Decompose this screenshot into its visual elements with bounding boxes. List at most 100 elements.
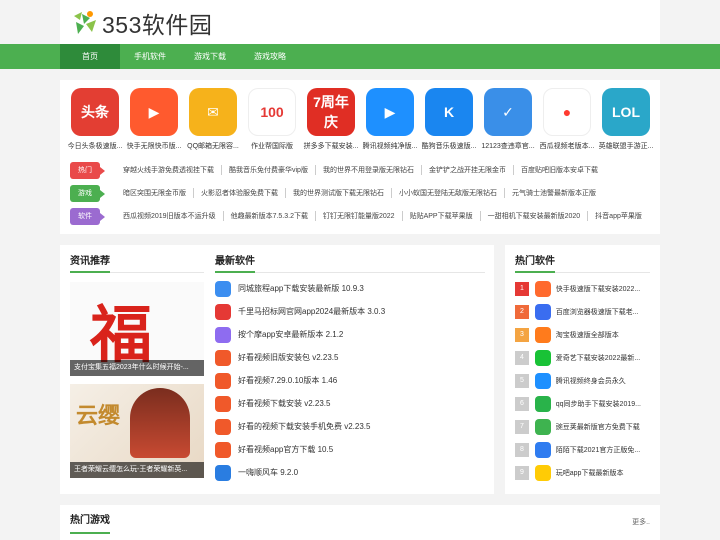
app-icon [534, 303, 551, 320]
app-tile[interactable]: ✉ QQ邮箱无限容... [184, 88, 242, 151]
news-item[interactable]: 福 支付宝集五福2023年什么时候开始-... [70, 282, 204, 376]
tag-link[interactable]: 金铲铲之战开挂无限金币 [420, 165, 513, 175]
nav-mobile-software[interactable]: 手机软件 [120, 44, 180, 69]
app-icon [534, 441, 551, 458]
site-header: 353软件园 [60, 0, 660, 44]
app-tile[interactable]: 100 作业帮国际版 [243, 88, 301, 151]
logo-icon [70, 8, 100, 38]
news-caption: 王者荣耀云缨怎么玩-王者荣耀新英... [70, 462, 204, 478]
app-name: 好看视频app官方下载 10.5 [238, 445, 334, 454]
app-label: 作业帮国际版 [251, 143, 293, 150]
rank-number: 2 [515, 304, 529, 319]
news-item[interactable]: 云缨 王者荣耀云缨怎么玩-王者荣耀新英... [70, 384, 204, 478]
tag-link[interactable]: 百度贴吧旧版本安卓下载 [512, 165, 605, 175]
app-icon: ✉ [189, 88, 237, 136]
latest-row[interactable]: 按个摩app安卓最新版本 2.1.209-18 [215, 323, 545, 346]
tag-link[interactable]: 一甜相机下载安装最新版2020 [479, 211, 588, 221]
hot-row[interactable]: 9 玩吧app下载最新版本 [515, 461, 655, 484]
tag-link[interactable]: 他趣最新版本7.5.3.2下载 [222, 211, 315, 221]
app-tile[interactable]: ✓ 12123查违章官... [479, 88, 537, 151]
app-name: 同城旅程app下载安装最新版 10.9.3 [238, 284, 364, 293]
app-icon: ▶ [130, 88, 178, 136]
app-tile[interactable]: 头条 今日头条极速版... [66, 88, 124, 151]
latest-section-title: 最新软件 [215, 256, 255, 267]
app-icon: ● [543, 88, 591, 136]
app-label: 腾讯视频纯净版... [362, 143, 418, 150]
app-tile[interactable]: LOL 英雄联盟手游正... [597, 88, 655, 151]
tag-link[interactable]: 贴贴APP下载苹果版 [401, 211, 480, 221]
latest-row[interactable]: 好看的视频下载安装手机免费 v2.23.509-14 [215, 415, 545, 438]
hero-figure [130, 388, 190, 458]
tag-games[interactable]: 游戏 [70, 184, 105, 202]
hot-row[interactable]: 6 qq同步助手下载安装2019... [515, 392, 655, 415]
latest-row[interactable]: 好看视频旧版安装包 v2.23.509-14 [215, 346, 545, 369]
tag-software[interactable]: 软件 [70, 207, 105, 225]
more-link[interactable]: 更多.. [632, 517, 650, 527]
tag-row-games: 游戏 暗区突围无限金币版 火影忍者体验服免费下载 我的世界测试版下载无限钻石 小小蚁国… [70, 184, 650, 202]
app-icon [215, 326, 231, 343]
app-label: 酷狗音乐极速版... [421, 143, 477, 150]
app-tile[interactable]: K 酷狗音乐极速版... [420, 88, 478, 151]
logo-text: 353软件园 [102, 12, 213, 38]
app-icon [215, 280, 231, 297]
latest-row[interactable]: 好看视频7.29.0.10版本 1.4609-14 [215, 369, 545, 392]
app-name: 腾讯视频终身会员永久 [555, 377, 626, 385]
tag-link[interactable]: 西瓜视频2019旧版本不运升级 [116, 211, 223, 221]
app-tile[interactable]: ● 西瓜视频老版本... [538, 88, 596, 151]
nav-game-guide[interactable]: 游戏攻略 [240, 44, 300, 69]
hot-row[interactable]: 8 陌陌下载2021官方正版免... [515, 438, 655, 461]
featured-apps-card: 头条 今日头条极速版... ▶ 快手无限快币版... ✉ QQ邮箱无限容... 100 作业帮… [60, 80, 660, 234]
app-icon [534, 372, 551, 389]
app-icon [215, 464, 231, 481]
app-label: 拼多多下载安装... [303, 143, 359, 150]
rank-number: 6 [515, 396, 529, 411]
app-name: 按个摩app安卓最新版本 2.1.2 [238, 330, 344, 339]
yunying-image: 云缨 [76, 403, 121, 429]
tag-link[interactable]: 抖音app苹果版 [587, 211, 649, 221]
tag-link[interactable]: 穿越火线手游免费透视挂下载 [116, 165, 221, 175]
app-icon [534, 280, 551, 297]
latest-row[interactable]: 同城旅程app下载安装最新版 10.9.309-20 [215, 277, 545, 300]
app-name: 爱奇艺下载安装2022最新... [555, 354, 641, 362]
latest-row[interactable]: 一嗨顺风车 9.2.009-14 [215, 461, 545, 484]
hot-row[interactable]: 1 快手极速版下载安装2022... [515, 277, 655, 300]
app-icon: 100 [248, 88, 296, 136]
tag-link[interactable]: 元气骑士池警最新版本正版 [504, 188, 603, 198]
app-name: 千里马招标网官网app2024最新版本 3.0.3 [238, 307, 386, 316]
app-name: 百度浏览器极速版下载老... [555, 308, 639, 316]
app-name: 玩吧app下载最新版本 [555, 469, 624, 477]
hot-row[interactable]: 2 百度浏览器极速版下载老... [515, 300, 655, 323]
app-name: 陌陌下载2021官方正版免... [555, 446, 641, 454]
hot-games-card: 热门游戏 更多.. [60, 505, 660, 540]
app-icon: K [425, 88, 473, 136]
tag-link[interactable]: 酷我音乐免付费豪华vip版 [221, 165, 315, 175]
tag-link[interactable]: 钉钉无限钉能量版2022 [315, 211, 402, 221]
hot-row[interactable]: 7 豌豆荚最新版官方免费下载 [515, 415, 655, 438]
app-tile[interactable]: 7周年庆 拼多多下载安装... [302, 88, 360, 151]
app-icon [215, 441, 231, 458]
latest-row[interactable]: 好看视频app官方下载 10.509-14 [215, 438, 545, 461]
tag-link[interactable]: 我的世界测试版下载无限钻石 [285, 188, 391, 198]
tag-link[interactable]: 小小蚁国无登陆无敌版无限钻石 [391, 188, 504, 198]
app-tile[interactable]: ▶ 腾讯视频纯净版... [361, 88, 419, 151]
tag-hot[interactable]: 热门 [70, 161, 105, 179]
rank-number: 8 [515, 442, 529, 457]
hot-row[interactable]: 3 淘宝极速版全部版本 [515, 323, 655, 346]
latest-row[interactable]: 千里马招标网官网app2024最新版本 3.0.309-19 [215, 300, 545, 323]
tag-link[interactable]: 暗区突围无限金币版 [116, 188, 193, 198]
latest-row[interactable]: 好看视频下载安装 v2.23.509-14 [215, 392, 545, 415]
nav-home[interactable]: 首页 [60, 44, 120, 69]
rank-number: 9 [515, 465, 529, 480]
app-icon [215, 349, 231, 366]
tag-link[interactable]: 火影忍者体验服免费下载 [193, 188, 285, 198]
nav-game-download[interactable]: 游戏下载 [180, 44, 240, 69]
app-icon: LOL [602, 88, 650, 136]
tag-link[interactable]: 我的世界不用登录版无限钻石 [314, 165, 421, 175]
app-label: 12123查违章官... [481, 143, 535, 150]
hot-row[interactable]: 5 腾讯视频终身会员永久 [515, 369, 655, 392]
app-tile[interactable]: ▶ 快手无限快币版... [125, 88, 183, 151]
app-icon [215, 418, 231, 435]
hot-row[interactable]: 4 爱奇艺下载安装2022最新... [515, 346, 655, 369]
tag-row-software: 软件 西瓜视频2019旧版本不运升级 他趣最新版本7.5.3.2下载 钉钉无限钉能量… [70, 207, 650, 225]
site-logo[interactable]: 353软件园 [70, 6, 212, 40]
